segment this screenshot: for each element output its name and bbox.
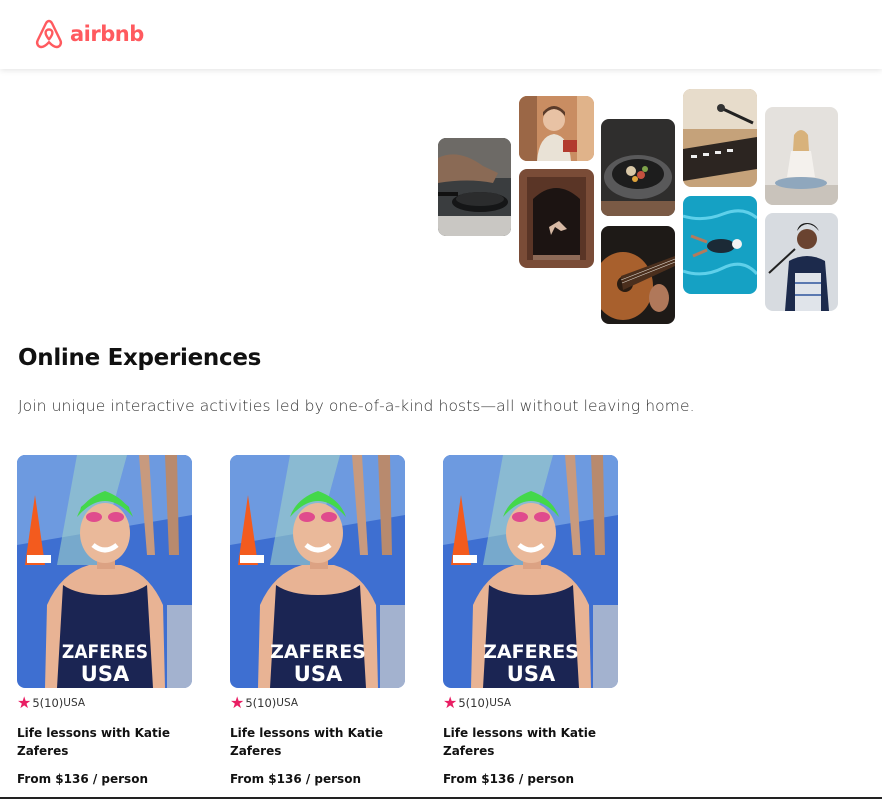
brand-name: airbnb bbox=[70, 22, 144, 46]
yoga-photo bbox=[765, 107, 838, 205]
star-icon: ★ bbox=[17, 693, 32, 712]
star-icon: ★ bbox=[443, 693, 458, 712]
review-count: (10) bbox=[39, 696, 64, 710]
airbnb-logo[interactable]: airbnb bbox=[34, 17, 144, 51]
card-price: From $136 / person bbox=[443, 772, 574, 786]
jersey-bottom-text: USA bbox=[81, 662, 130, 686]
card-price: From $136 / person bbox=[17, 772, 148, 786]
rating-row: ★ 5 (10) USA bbox=[443, 695, 511, 711]
jersey-top-text: ZAFERES bbox=[483, 641, 579, 663]
top-header: airbnb bbox=[0, 0, 882, 69]
food-bowl-photo bbox=[601, 119, 675, 216]
review-count: (10) bbox=[465, 696, 490, 710]
athlete-photo[interactable]: ZAFERES USA bbox=[17, 455, 192, 688]
experience-card[interactable]: ZAFERES USA ★ 5 (10) USA Life lessons wi… bbox=[230, 455, 405, 795]
card-title[interactable]: Life lessons with Katie Zaferes bbox=[443, 724, 603, 760]
jersey-top-text: ZAFERES bbox=[270, 641, 366, 663]
rating-value: 5 bbox=[32, 696, 40, 710]
star-icon: ★ bbox=[230, 693, 245, 712]
experience-card[interactable]: ZAFERES USA ★ 5 (10) USA Life lessons wi… bbox=[17, 455, 192, 795]
host-portrait-photo bbox=[519, 96, 594, 161]
rating-row: ★ 5 (10) USA bbox=[230, 695, 298, 711]
dj-mixer-photo bbox=[683, 89, 757, 187]
airbnb-belo-icon bbox=[35, 19, 63, 49]
athlete-photo[interactable]: ZAFERES USA bbox=[443, 455, 618, 688]
swimmer-pool-photo bbox=[683, 196, 757, 294]
jersey-top-text: ZAFERES bbox=[62, 641, 148, 663]
rating-value: 5 bbox=[245, 696, 253, 710]
rating-value: 5 bbox=[458, 696, 466, 710]
card-title[interactable]: Life lessons with Katie Zaferes bbox=[230, 724, 390, 760]
cooking-pan-photo bbox=[438, 138, 511, 236]
athlete-photo[interactable]: ZAFERES USA bbox=[230, 455, 405, 688]
page-title: Online Experiences bbox=[18, 345, 262, 371]
country-label: USA bbox=[489, 697, 512, 709]
jersey-bottom-text: USA bbox=[507, 662, 556, 686]
rating-row: ★ 5 (10) USA bbox=[17, 695, 85, 711]
card-title[interactable]: Life lessons with Katie Zaferes bbox=[17, 724, 177, 760]
guitar-photo bbox=[601, 226, 675, 324]
review-count: (10) bbox=[252, 696, 277, 710]
singer-photo bbox=[765, 213, 838, 311]
jersey-bottom-text: USA bbox=[294, 662, 343, 686]
country-label: USA bbox=[63, 697, 86, 709]
experience-card[interactable]: ZAFERES USA ★ 5 (10) USA Life lessons wi… bbox=[443, 455, 618, 795]
dancer-doorway-photo bbox=[519, 169, 594, 268]
page-subtitle: Join unique interactive activities led b… bbox=[18, 397, 695, 415]
card-price: From $136 / person bbox=[230, 772, 361, 786]
country-label: USA bbox=[276, 697, 299, 709]
